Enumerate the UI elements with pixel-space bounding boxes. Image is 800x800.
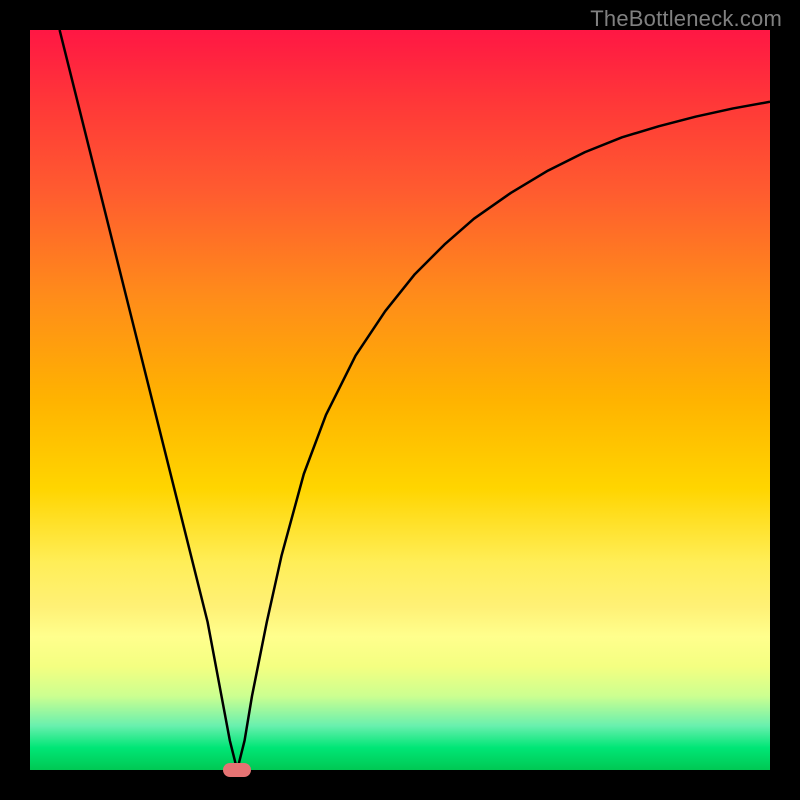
chart-curve	[60, 30, 770, 770]
watermark-text: TheBottleneck.com	[590, 6, 782, 32]
chart-curve-svg	[30, 30, 770, 770]
chart-plot-area	[30, 30, 770, 770]
chart-marker	[223, 763, 251, 777]
